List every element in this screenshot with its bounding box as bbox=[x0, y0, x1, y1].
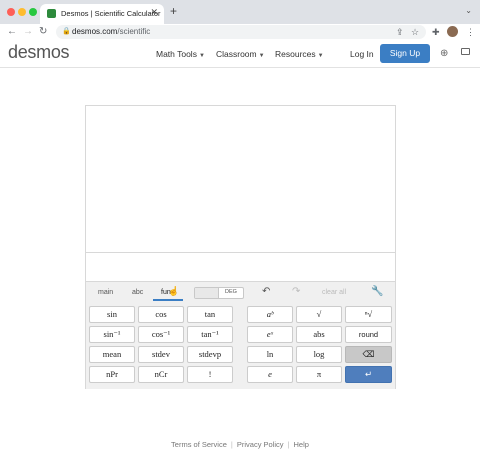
window-maximize-button[interactable] bbox=[29, 8, 37, 16]
desmos-logo[interactable]: desmos bbox=[8, 42, 70, 63]
tab-close-icon[interactable]: ✕ bbox=[150, 7, 158, 18]
backspace-icon[interactable]: ⌫ bbox=[345, 346, 392, 363]
browser-tab[interactable]: Desmos | Scientific Calculator ✕ bbox=[40, 4, 164, 24]
reload-icon[interactable]: ↻ bbox=[39, 25, 47, 39]
signup-button[interactable]: Sign Up bbox=[380, 44, 430, 63]
key-exp[interactable]: eˣ bbox=[247, 326, 293, 343]
url-domain: desmos.com bbox=[72, 27, 118, 36]
key-arcsin[interactable]: sin⁻¹ bbox=[89, 326, 135, 343]
share-icon[interactable]: ⇪ bbox=[396, 25, 404, 39]
window-minimize-button[interactable] bbox=[18, 8, 26, 16]
key-stdevp[interactable]: stdevp bbox=[187, 346, 233, 363]
nav-label: Math Tools bbox=[156, 49, 197, 59]
key-e[interactable]: e bbox=[247, 366, 293, 383]
key-nth-root[interactable]: ⁿ√ bbox=[345, 306, 392, 323]
enter-icon[interactable]: ↵ bbox=[345, 366, 392, 383]
caret-down-icon: ▼ bbox=[198, 53, 205, 59]
key-abs[interactable]: abs bbox=[296, 326, 342, 343]
key-cos[interactable]: cos bbox=[138, 306, 184, 323]
login-link[interactable]: Log In bbox=[350, 49, 374, 59]
globe-icon[interactable]: ⊕ bbox=[440, 48, 448, 59]
key-arctan[interactable]: tan⁻¹ bbox=[187, 326, 233, 343]
redo-icon[interactable]: ↷ bbox=[292, 286, 300, 297]
toggle-knob bbox=[195, 288, 219, 298]
privacy-link[interactable]: Privacy Policy bbox=[237, 440, 284, 449]
bookmark-icon[interactable]: ☆ bbox=[411, 25, 419, 39]
expression-row[interactable] bbox=[86, 253, 395, 282]
key-ln[interactable]: ln bbox=[247, 346, 293, 363]
lock-icon: 🔒 bbox=[62, 28, 71, 35]
key-arccos[interactable]: cos⁻¹ bbox=[138, 326, 184, 343]
wrench-icon[interactable]: 🔧 bbox=[371, 286, 383, 297]
key-mean[interactable]: mean bbox=[89, 346, 135, 363]
footer-separator: | bbox=[287, 440, 290, 449]
nav-resources[interactable]: Resources ▼ bbox=[275, 49, 324, 59]
page-content: main abc func ☝ DEG ↶ ↷ clear all 🔧 sin … bbox=[0, 68, 480, 454]
toggle-label: DEG bbox=[225, 289, 237, 295]
expression-input[interactable] bbox=[86, 106, 395, 253]
desmos-favicon-icon bbox=[47, 9, 56, 18]
clear-all-button[interactable]: clear all bbox=[322, 289, 346, 296]
nav-label: Classroom bbox=[216, 49, 257, 59]
key-ncr[interactable]: nCr bbox=[138, 366, 184, 383]
key-sin[interactable]: sin bbox=[89, 306, 135, 323]
key-factorial[interactable]: ! bbox=[187, 366, 233, 383]
angle-mode-toggle[interactable]: DEG bbox=[194, 287, 244, 299]
window-close-button[interactable] bbox=[7, 8, 15, 16]
scientific-calculator: main abc func ☝ DEG ↶ ↷ clear all 🔧 sin … bbox=[85, 105, 396, 389]
tab-main[interactable]: main bbox=[98, 289, 113, 296]
key-tan[interactable]: tan bbox=[187, 306, 233, 323]
key-sqrt[interactable]: √ bbox=[296, 306, 342, 323]
keypad: main abc func ☝ DEG ↶ ↷ clear all 🔧 sin … bbox=[86, 282, 395, 389]
key-pi[interactable]: π bbox=[296, 366, 342, 383]
keypad-tabs: main abc func ☝ DEG ↶ ↷ clear all 🔧 bbox=[86, 282, 395, 302]
browser-menu-icon[interactable]: ⋮ bbox=[466, 25, 475, 39]
address-bar[interactable]: 🔒 desmos.com/scientific bbox=[56, 25, 426, 39]
url-text: desmos.com/scientific bbox=[72, 27, 150, 36]
key-power[interactable]: aᵇ bbox=[247, 306, 293, 323]
back-icon[interactable]: ← bbox=[7, 25, 17, 39]
new-tab-button[interactable]: + bbox=[170, 5, 177, 17]
tab-abc[interactable]: abc bbox=[132, 289, 143, 296]
tab-title: Desmos | Scientific Calculator bbox=[61, 9, 161, 18]
key-log[interactable]: log bbox=[296, 346, 342, 363]
forward-icon[interactable]: → bbox=[23, 25, 33, 39]
key-npr[interactable]: nPr bbox=[89, 366, 135, 383]
caret-down-icon: ▼ bbox=[258, 53, 265, 59]
browser-toolbar: ← → ↻ 🔒 desmos.com/scientific ⇪ ☆ ✚ ⋮ bbox=[0, 24, 480, 40]
extensions-icon[interactable]: ✚ bbox=[432, 25, 440, 39]
nav-math-tools[interactable]: Math Tools ▼ bbox=[156, 49, 205, 59]
print-icon[interactable] bbox=[461, 48, 470, 55]
key-round[interactable]: round bbox=[345, 326, 392, 343]
active-tab-indicator bbox=[153, 299, 183, 301]
browser-tab-strip: Desmos | Scientific Calculator ✕ + ⌄ bbox=[0, 0, 480, 24]
terms-link[interactable]: Terms of Service bbox=[171, 440, 227, 449]
nav-classroom[interactable]: Classroom ▼ bbox=[216, 49, 265, 59]
undo-icon[interactable]: ↶ bbox=[262, 286, 270, 297]
mouse-pointer-icon: ☝ bbox=[168, 286, 180, 296]
footer-separator: | bbox=[230, 440, 233, 449]
key-stdev[interactable]: stdev bbox=[138, 346, 184, 363]
url-path: /scientific bbox=[117, 27, 151, 36]
footer: Terms of Service | Privacy Policy | Help bbox=[0, 440, 480, 449]
caret-down-icon: ▼ bbox=[317, 53, 324, 59]
site-header: desmos Math Tools ▼ Classroom ▼ Resources ▼… bbox=[0, 40, 480, 68]
help-link[interactable]: Help bbox=[294, 440, 309, 449]
tab-search-icon[interactable]: ⌄ bbox=[465, 6, 472, 15]
profile-avatar[interactable] bbox=[447, 26, 458, 37]
nav-label: Resources bbox=[275, 49, 316, 59]
